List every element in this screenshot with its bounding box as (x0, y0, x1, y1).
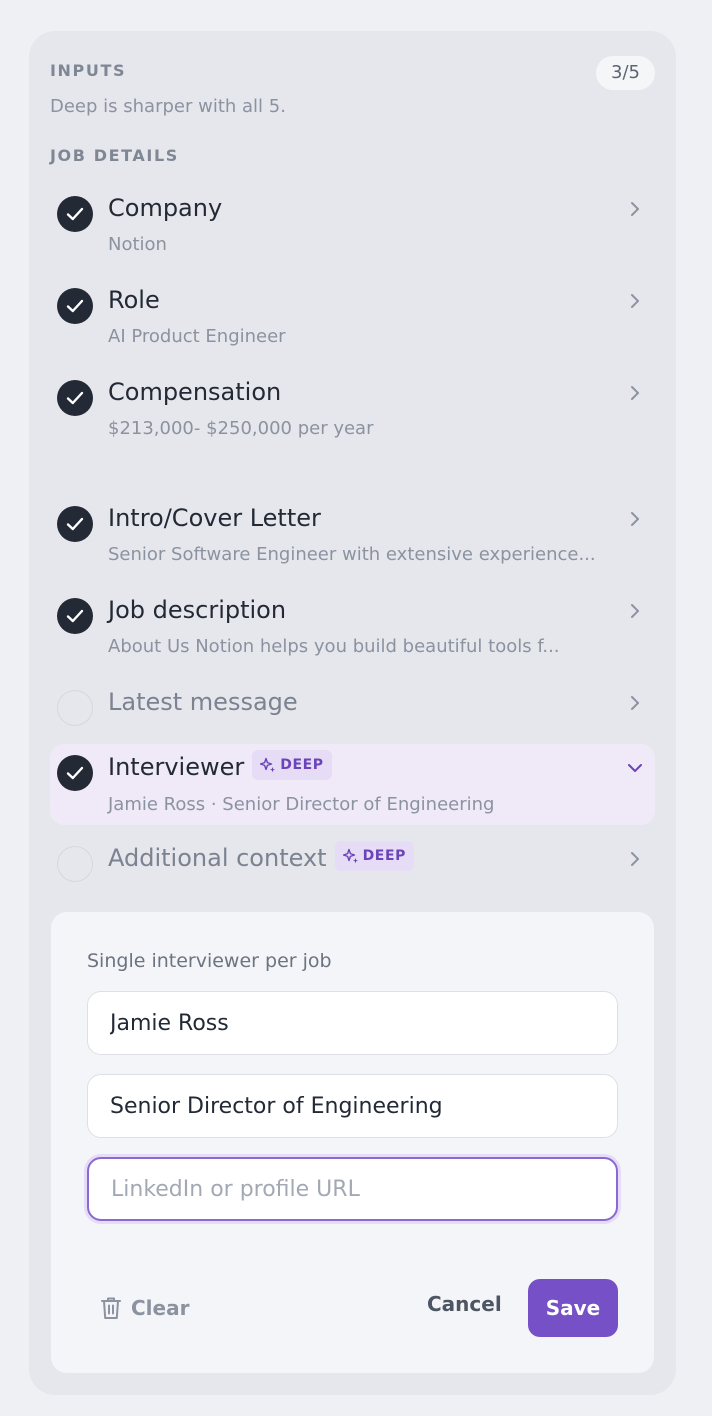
empty-check-circle-icon (57, 846, 93, 882)
cancel-button[interactable]: Cancel (427, 1292, 502, 1316)
input-item-latest-message[interactable]: Latest message (50, 685, 655, 733)
input-item-compensation[interactable]: Compensation $213,000- $250,000 per year (50, 375, 655, 451)
item-value: Jamie Ross · Senior Director of Engineer… (108, 794, 495, 815)
interviewer-form-label: Single interviewer per job (87, 950, 332, 972)
item-title: Company (108, 194, 223, 222)
sparkle-icon (342, 848, 358, 864)
inputs-counter-badge: 3/5 (596, 56, 655, 90)
job-details-section-label: JOB DETAILS (50, 146, 179, 165)
check-icon (57, 196, 93, 232)
item-title-row: Interviewer DEEP (108, 750, 332, 783)
chevron-right-icon (631, 512, 639, 526)
clear-label: Clear (131, 1296, 190, 1320)
deep-badge: DEEP (252, 750, 332, 780)
clear-button[interactable]: Clear (101, 1292, 189, 1324)
item-value: Senior Software Engineer with extensive … (108, 544, 596, 565)
check-icon (57, 506, 93, 542)
item-value: About Us Notion helps you build beautifu… (108, 636, 560, 657)
chevron-right-icon (631, 696, 639, 710)
input-item-role[interactable]: Role AI Product Engineer (50, 283, 655, 359)
input-item-additional-context[interactable]: Additional context DEEP (50, 841, 655, 889)
item-title: Job description (108, 596, 287, 624)
chevron-down-icon (628, 764, 642, 772)
item-title: Latest message (108, 688, 298, 716)
chevron-right-icon (631, 202, 639, 216)
item-title-row: Additional context DEEP (108, 841, 414, 874)
item-value: AI Product Engineer (108, 326, 286, 347)
chevron-right-icon (631, 852, 639, 866)
chevron-right-icon (631, 386, 639, 400)
deep-badge: DEEP (334, 841, 414, 871)
input-item-job-description[interactable]: Job description About Us Notion helps yo… (50, 593, 655, 669)
interviewer-url-input[interactable] (87, 1157, 618, 1221)
inputs-section-label: INPUTS (50, 61, 127, 80)
item-title: Role (108, 286, 160, 314)
input-item-cover-letter[interactable]: Intro/Cover Letter Senior Software Engin… (50, 501, 655, 577)
inputs-panel: INPUTS 3/5 Deep is sharper with all 5. J… (29, 31, 676, 1395)
check-icon (57, 755, 93, 791)
input-item-company[interactable]: Company Notion (50, 191, 655, 267)
interviewer-form: Single interviewer per job Clear Cancel … (51, 912, 654, 1373)
input-item-interviewer[interactable]: Interviewer DEEP Jamie Ross · Senior Dire… (50, 744, 655, 825)
deep-badge-label: DEEP (280, 757, 324, 773)
interviewer-title-input[interactable] (87, 1074, 618, 1138)
trash-icon (101, 1297, 121, 1319)
empty-check-circle-icon (57, 690, 93, 726)
check-icon (57, 288, 93, 324)
inputs-hint: Deep is sharper with all 5. (50, 96, 286, 117)
chevron-right-icon (631, 604, 639, 618)
sparkle-icon (260, 757, 276, 773)
item-value: $213,000- $250,000 per year (108, 418, 374, 439)
deep-badge-label: DEEP (362, 848, 406, 864)
item-title: Interviewer (108, 753, 245, 781)
chevron-right-icon (631, 294, 639, 308)
check-icon (57, 598, 93, 634)
interviewer-name-input[interactable] (87, 991, 618, 1055)
item-title: Additional context (108, 844, 327, 872)
item-title: Intro/Cover Letter (108, 504, 321, 532)
save-button[interactable]: Save (528, 1279, 618, 1337)
item-title: Compensation (108, 378, 282, 406)
check-icon (57, 380, 93, 416)
item-value: Notion (108, 234, 167, 255)
